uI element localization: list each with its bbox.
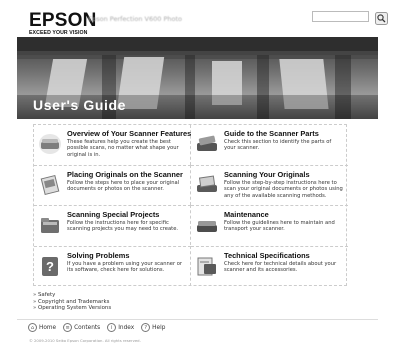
section-maintenance[interactable]: Maintenance Follow the guidelines here t… bbox=[191, 205, 348, 245]
scanning-icon bbox=[197, 175, 217, 192]
section-title[interactable]: Scanning Special Projects bbox=[67, 210, 159, 219]
section-placing-originals[interactable]: Placing Originals on the Scanner Follow … bbox=[34, 165, 191, 205]
section-overview[interactable]: Overview of Your Scanner Features These … bbox=[34, 125, 191, 165]
section-description: If you have a problem using your scanner… bbox=[67, 261, 183, 274]
section-grid: Overview of Your Scanner Features These … bbox=[33, 124, 348, 286]
scanner-icon bbox=[39, 134, 61, 154]
page-title: User's Guide bbox=[33, 97, 127, 113]
section-title[interactable]: Placing Originals on the Scanner bbox=[67, 170, 183, 179]
search-button[interactable] bbox=[375, 10, 388, 25]
section-description: Follow the instructions here for specifi… bbox=[67, 220, 179, 233]
question-icon: ? bbox=[42, 257, 58, 276]
section-description: Check here for technical details about y… bbox=[224, 261, 337, 274]
extra-links: Safety Copyright and Trademarks Operatin… bbox=[33, 292, 111, 312]
scanner-parts-icon bbox=[197, 135, 217, 151]
search-icon bbox=[375, 12, 388, 25]
section-solving-problems[interactable]: ? Solving Problems If you have a problem… bbox=[34, 246, 191, 286]
section-description: These features help you create the best … bbox=[67, 139, 179, 158]
nav-label: Index bbox=[118, 324, 135, 331]
svg-text:?: ? bbox=[46, 259, 54, 274]
section-scanning-originals[interactable]: Scanning Your Originals Follow the step-… bbox=[191, 165, 348, 205]
link-os-versions[interactable]: Operating System Versions bbox=[33, 305, 111, 312]
copyright-footer: © 2009-2010 Seiko Epson Corporation. All… bbox=[29, 338, 141, 343]
nav-index[interactable]: i Index bbox=[107, 323, 134, 332]
section-title[interactable]: Guide to the Scanner Parts bbox=[224, 129, 319, 138]
product-name: Epson Perfection V600 Photo bbox=[88, 15, 182, 23]
nav-label: Home bbox=[39, 324, 57, 331]
link-copyright[interactable]: Copyright and Trademarks bbox=[33, 299, 111, 306]
index-icon: i bbox=[107, 323, 117, 332]
home-icon: ⌂ bbox=[28, 323, 37, 332]
nav-contents[interactable]: ≡ Contents bbox=[63, 323, 100, 332]
specifications-icon bbox=[197, 257, 216, 276]
section-description: Check this section to identify the parts… bbox=[224, 139, 332, 152]
section-description: Follow the guidelines here to maintain a… bbox=[224, 220, 335, 233]
contents-icon: ≡ bbox=[63, 323, 73, 332]
section-title[interactable]: Solving Problems bbox=[67, 251, 129, 260]
section-technical-specifications[interactable]: Technical Specifications Check here for … bbox=[191, 246, 348, 286]
section-description: Follow the steps here to place your orig… bbox=[67, 180, 180, 193]
header-banner: User's Guide bbox=[17, 37, 378, 119]
logo-tagline: EXCEED YOUR VISION bbox=[29, 30, 88, 36]
help-icon: ? bbox=[141, 323, 151, 332]
divider bbox=[17, 319, 378, 320]
section-title[interactable]: Scanning Your Originals bbox=[224, 170, 310, 179]
section-special-projects[interactable]: Scanning Special Projects Follow the ins… bbox=[34, 205, 191, 245]
logo-text: EPSON bbox=[29, 10, 97, 31]
section-title[interactable]: Maintenance bbox=[224, 210, 269, 219]
nav-label: Contents bbox=[74, 324, 101, 331]
nav-label: Help bbox=[152, 324, 166, 331]
epson-logo: EPSON EXCEED YOUR VISION bbox=[29, 10, 97, 36]
section-title[interactable]: Overview of Your Scanner Features bbox=[67, 129, 191, 138]
bottom-nav: ⌂ Home ≡ Contents i Index ? Help bbox=[28, 323, 165, 332]
nav-home[interactable]: ⌂ Home bbox=[28, 323, 56, 332]
section-description: Follow the step-by-step instructions her… bbox=[224, 180, 343, 199]
folder-icon bbox=[41, 218, 59, 233]
link-safety[interactable]: Safety bbox=[33, 292, 111, 299]
section-title[interactable]: Technical Specifications bbox=[224, 251, 310, 260]
maintenance-icon bbox=[197, 221, 217, 232]
section-scanner-parts[interactable]: Guide to the Scanner Parts Check this se… bbox=[191, 125, 348, 165]
nav-help[interactable]: ? Help bbox=[141, 323, 165, 332]
search-input[interactable] bbox=[312, 11, 369, 22]
photo-original-icon bbox=[40, 174, 60, 196]
